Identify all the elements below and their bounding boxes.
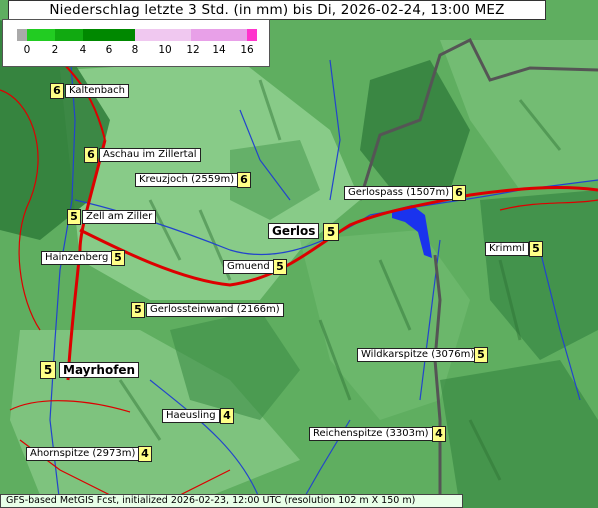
- legend-tick: 4: [79, 44, 87, 56]
- place-value-kreuzjoch[interactable]: 6: [237, 172, 251, 188]
- place-value-kaltenbach[interactable]: 6: [50, 83, 64, 99]
- place-value-haeusling[interactable]: 4: [220, 408, 234, 424]
- place-value-aschau[interactable]: 6: [84, 147, 98, 163]
- forecast-footer: GFS-based MetGIS Fcst, initialized 2026-…: [0, 494, 463, 508]
- place-value-reichenspitze[interactable]: 4: [432, 426, 446, 442]
- precipitation-legend: 0 2 4 6 8 10 12 14 16: [2, 19, 270, 67]
- place-label-reichenspitze[interactable]: Reichenspitze (3303m): [309, 427, 433, 441]
- place-value-krimml[interactable]: 5: [529, 241, 543, 257]
- place-value-ahornspitze[interactable]: 4: [138, 446, 152, 462]
- place-value-gmuend[interactable]: 5: [273, 259, 287, 275]
- place-label-gerlos[interactable]: Gerlos: [268, 223, 320, 239]
- legend-swatch-band1: [27, 29, 55, 41]
- place-label-zell-am-ziller[interactable]: Zell am Ziller: [82, 210, 157, 224]
- legend-swatch-band4: [135, 29, 191, 41]
- legend-tick: 0: [23, 44, 31, 56]
- place-value-wildkarspitze[interactable]: 5: [474, 347, 488, 363]
- place-label-gerlospass[interactable]: Gerlospass (1507m): [344, 186, 454, 200]
- place-label-kreuzjoch[interactable]: Kreuzjoch (2559m): [135, 173, 239, 187]
- legend-swatch-band2: [55, 29, 83, 41]
- legend-swatch-band5: [191, 29, 247, 41]
- legend-tick: 8: [131, 44, 139, 56]
- precipitation-map[interactable]: Niederschlag letzte 3 Std. (in mm) bis D…: [0, 0, 598, 508]
- place-label-aschau[interactable]: Aschau im Zillertal: [99, 148, 201, 162]
- place-label-gerlossteinwand[interactable]: Gerlossteinwand (2166m): [146, 303, 284, 317]
- legend-tick: 16: [240, 44, 254, 56]
- legend-swatch-zero: [17, 29, 27, 41]
- legend-tick: 6: [105, 44, 113, 56]
- place-value-zell-am-ziller[interactable]: 5: [67, 209, 81, 225]
- place-label-gmuend[interactable]: Gmuend: [223, 260, 274, 274]
- place-label-wildkarspitze[interactable]: Wildkarspitze (3076m): [357, 348, 479, 362]
- place-value-gerlos[interactable]: 5: [323, 223, 339, 241]
- place-label-ahornspitze[interactable]: Ahornspitze (2973m): [26, 447, 140, 461]
- legend-tick: 10: [158, 44, 172, 56]
- place-label-kaltenbach[interactable]: Kaltenbach: [65, 84, 130, 98]
- place-label-hainzenberg[interactable]: Hainzenberg: [41, 251, 113, 265]
- map-title: Niederschlag letzte 3 Std. (in mm) bis D…: [8, 0, 546, 20]
- legend-swatch-band3: [83, 29, 135, 41]
- place-value-gerlossteinwand[interactable]: 5: [131, 302, 145, 318]
- legend-tick: 14: [212, 44, 226, 56]
- legend-tick: 2: [51, 44, 59, 56]
- place-label-krimml[interactable]: Krimml: [485, 242, 529, 256]
- place-label-haeusling[interactable]: Haeusling: [162, 409, 220, 423]
- legend-swatch-max: [247, 29, 257, 41]
- legend-tick: 12: [186, 44, 200, 56]
- place-value-hainzenberg[interactable]: 5: [111, 250, 125, 266]
- place-label-mayrhofen[interactable]: Mayrhofen: [59, 362, 140, 378]
- place-value-mayrhofen[interactable]: 5: [40, 361, 56, 379]
- place-value-gerlospass[interactable]: 6: [452, 185, 466, 201]
